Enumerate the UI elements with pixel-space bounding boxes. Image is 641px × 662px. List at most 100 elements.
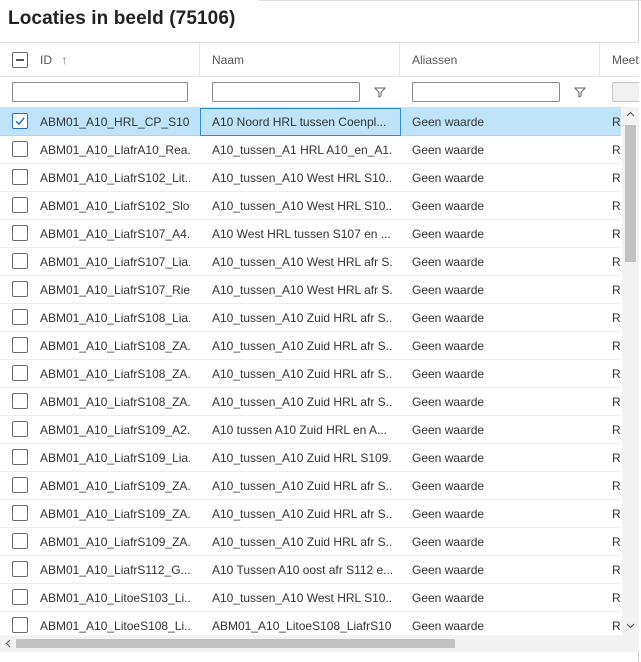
table-row[interactable]: ABM01_A10_LiafrS112_G... A10 Tussen A10 o… (0, 556, 621, 584)
aliassen-cell: Geen waarde (412, 143, 485, 157)
table-row[interactable]: ABM01_A10_LiafrS108_Lia... A10_tussen_A10… (0, 304, 621, 332)
aliassen-cell: Geen waarde (412, 479, 485, 493)
aliassen-cell: Geen waarde (412, 591, 485, 605)
id-cell: ABM01_A10_LiafrS112_G... (40, 563, 190, 577)
table-row[interactable]: ABM01_A10_LiafrS108_ZA... A10_tussen_A10 … (0, 360, 621, 388)
filter-row (0, 77, 639, 108)
meet-cell: Re (612, 283, 621, 297)
aliassen-cell: Geen waarde (412, 255, 485, 269)
table-row[interactable]: ABM01_A10_LiafrS109_A2... A10 tussen A10 … (0, 416, 621, 444)
table-row[interactable]: ABM01_A10_HRL_CP_S102 A10 Noord HRL tusse… (0, 108, 621, 136)
select-all-checkbox[interactable] (12, 52, 28, 68)
table-row[interactable]: ABM01_A10_LiafrS109_Lia... A10_tussen_A10… (0, 444, 621, 472)
row-checkbox[interactable] (12, 561, 28, 577)
vertical-scrollbar[interactable] (622, 107, 639, 642)
row-checkbox[interactable] (12, 533, 28, 549)
locations-panel: Locaties in beeld (75106) ID ↑ Naam Alia… (0, 0, 641, 662)
row-checkbox[interactable] (12, 113, 28, 129)
table-row[interactable]: ABM01_A10_LiafrS102_Lit... A10_tussen_A10… (0, 164, 621, 192)
table-row[interactable]: ABM01_A10_LitoeS103_Li... A10_tussen_A10 … (0, 584, 621, 612)
meet-cell: Re (612, 479, 621, 493)
id-cell: ABM01_A10_LiafrS109_ZA... (40, 507, 190, 521)
table-row[interactable]: ABM01_A10_LiafrS102_Slo... A10_tussen_A10… (0, 192, 621, 220)
aliassen-filter-input[interactable] (412, 82, 560, 102)
id-cell: ABM01_A10_LiafrS108_ZA... (40, 367, 190, 381)
column-header-naam[interactable]: Naam (212, 43, 244, 77)
row-checkbox[interactable] (12, 225, 28, 241)
aliassen-cell: Geen waarde (412, 563, 485, 577)
scroll-up-icon[interactable] (626, 111, 635, 117)
naam-cell: A10_tussen_A10 Zuid HRL afr S... (212, 395, 392, 409)
table-row[interactable]: ABM01_A10_LiafrS109_ZA... A10_tussen_A10 … (0, 528, 621, 556)
row-checkbox[interactable] (12, 505, 28, 521)
grid-body: ABM01_A10_HRL_CP_S102 A10 Noord HRL tusse… (0, 108, 621, 642)
scroll-left-icon[interactable] (5, 639, 11, 648)
table-row[interactable]: ABM01_A10_LiafrS109_ZA... A10_tussen_A10 … (0, 472, 621, 500)
row-checkbox[interactable] (12, 281, 28, 297)
table-row[interactable]: ABM01_A10_LiafrS107_Rie... A10_tussen_A10… (0, 276, 621, 304)
column-header-aliassen[interactable]: Aliassen (412, 43, 457, 77)
naam-cell: A10 West HRL tussen S107 en ... (212, 227, 391, 241)
naam-filter-icon[interactable] (373, 85, 387, 99)
row-checkbox[interactable] (12, 589, 28, 605)
column-resize-handle[interactable] (399, 43, 400, 77)
id-filter-input[interactable] (12, 82, 188, 102)
vertical-scroll-thumb[interactable] (625, 125, 636, 262)
aliassen-cell: Geen waarde (412, 395, 485, 409)
scroll-down-icon[interactable] (626, 623, 635, 629)
naam-cell: A10_tussen_A10 Zuid HRL afr S... (212, 479, 392, 493)
table-row[interactable]: ABM01_A10_LiafrS107_Lia... A10_tussen_A10… (0, 248, 621, 276)
naam-cell: A10_tussen_A10 Zuid HRL afr S... (212, 339, 392, 353)
naam-cell: A10_tussen_A10 West HRL S10... (212, 171, 392, 185)
aliassen-cell: Geen waarde (412, 283, 485, 297)
row-checkbox[interactable] (12, 253, 28, 269)
aliassen-cell: Geen waarde (412, 507, 485, 521)
row-checkbox[interactable] (12, 477, 28, 493)
meet-cell: Re (612, 199, 621, 213)
row-checkbox[interactable] (12, 141, 28, 157)
meet-cell: Re (612, 171, 621, 185)
row-checkbox[interactable] (12, 617, 28, 633)
horizontal-scrollbar[interactable] (0, 635, 639, 652)
aliassen-cell: Geen waarde (412, 115, 485, 129)
meet-cell: Re (612, 255, 621, 269)
aliassen-cell: Geen waarde (412, 227, 485, 241)
column-resize-handle[interactable] (599, 43, 600, 77)
meet-cell: Re (612, 339, 621, 353)
meet-filter-input[interactable] (612, 82, 639, 102)
id-cell: ABM01_A10_LiafrS107_A4... (40, 227, 190, 241)
meet-cell: Re (612, 507, 621, 521)
naam-cell: A10_tussen_A10 West HRL afr S... (212, 255, 392, 269)
table-row[interactable]: ABM01_A10_LiafrS109_ZA... A10_tussen_A10 … (0, 500, 621, 528)
checkmark-icon (15, 117, 25, 126)
table-row[interactable]: ABM01_A10_LiafrS108_ZA... A10_tussen_A10 … (0, 388, 621, 416)
id-cell: ABM01_A10_LiafrS107_Rie... (40, 283, 190, 297)
naam-cell: A10_tussen_A10 Zuid HRL afr S... (212, 311, 392, 325)
id-cell: ABM01_A10_LiafrS109_Lia... (40, 451, 190, 465)
meet-cell: Re (612, 451, 621, 465)
column-header-meet[interactable]: Meet (612, 43, 639, 77)
row-checkbox[interactable] (12, 449, 28, 465)
horizontal-scroll-thumb[interactable] (16, 639, 455, 648)
table-row[interactable]: ABM01_A10_LiafrS108_ZA... A10_tussen_A10 … (0, 332, 621, 360)
row-checkbox[interactable] (12, 393, 28, 409)
naam-cell: A10_tussen_A1 HRL A10_en_A1... (212, 143, 392, 157)
naam-filter-input[interactable] (212, 82, 360, 102)
row-checkbox[interactable] (12, 337, 28, 353)
id-cell: ABM01_A10_LiafrS108_ZA... (40, 395, 190, 409)
column-header-id[interactable]: ID ↑ (40, 43, 67, 77)
row-checkbox[interactable] (12, 421, 28, 437)
row-checkbox[interactable] (12, 197, 28, 213)
locations-grid: ID ↑ Naam Aliassen Meet ABM01_A10_HRL_CP… (0, 42, 639, 642)
column-resize-handle[interactable] (199, 43, 200, 77)
row-checkbox[interactable] (12, 365, 28, 381)
table-row[interactable]: ABM01_A10_LiafrS107_A4... A10 West HRL tu… (0, 220, 621, 248)
meet-cell: Re (612, 367, 621, 381)
id-cell: ABM01_A10_LiafrS102_Slo... (40, 199, 190, 213)
row-checkbox[interactable] (12, 309, 28, 325)
aliassen-filter-icon[interactable] (573, 85, 587, 99)
row-checkbox[interactable] (12, 169, 28, 185)
table-row[interactable]: ABM01_A10_LlafrA10_Rea... A10_tussen_A1 H… (0, 136, 621, 164)
id-cell: ABM01_A10_LiafrS102_Lit... (40, 171, 190, 185)
aliassen-cell: Geen waarde (412, 423, 485, 437)
